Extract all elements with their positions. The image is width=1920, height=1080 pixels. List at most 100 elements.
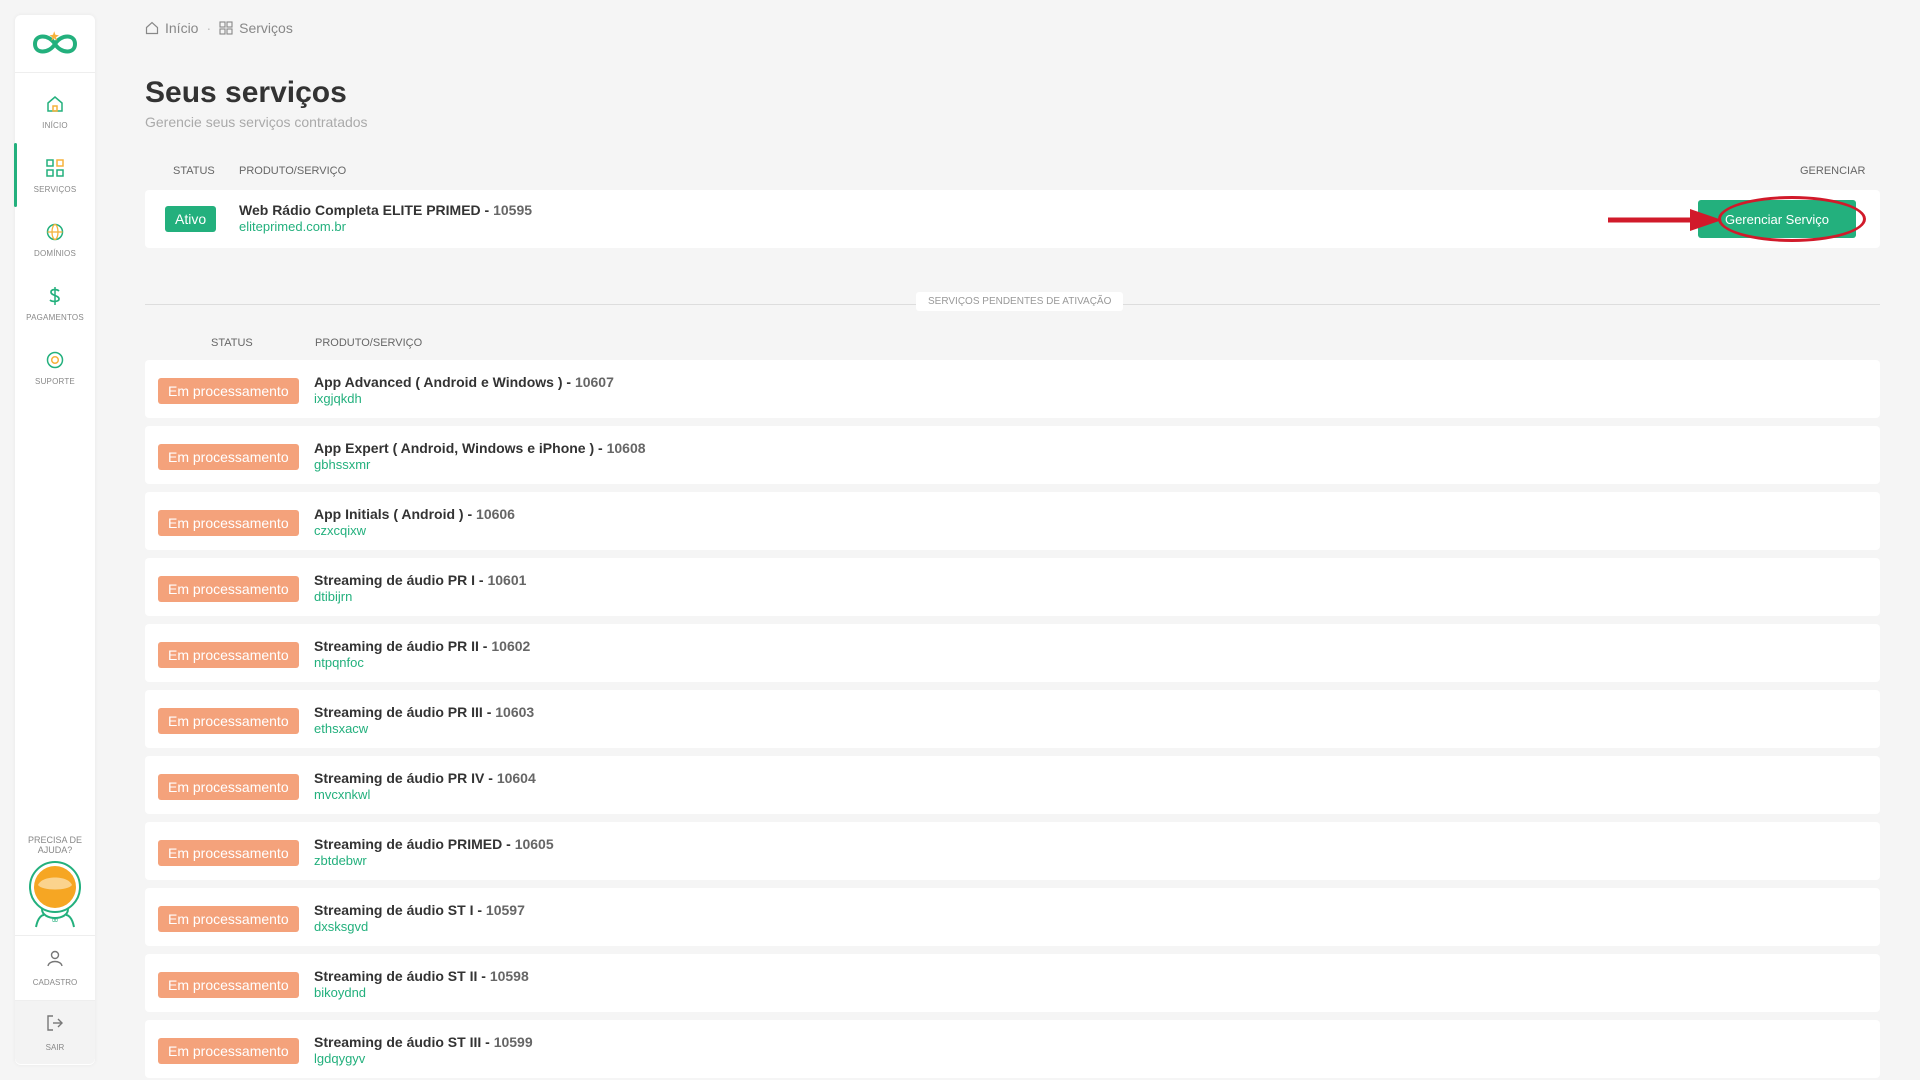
svg-text:∞: ∞ [51,916,59,926]
product-name: Streaming de áudio PR IV - 10604 [314,770,536,786]
status-badge: Em processamento [158,906,299,932]
product-code: 10597 [485,902,525,918]
annotation-ellipse [1718,196,1866,242]
status-badge: Em processamento [158,642,299,668]
sidebar-item-suporte[interactable]: SUPORTE [15,335,95,399]
product-title: Web Rádio Completa ELITE PRIMED [239,202,481,218]
product-title: Streaming de áudio PR II [314,638,479,654]
sidebar-item-inicio[interactable]: INÍCIO [15,79,95,143]
product-domain[interactable]: lgdqygyv [314,1051,365,1066]
sidebar-item-cadastro[interactable]: CADASTRO [15,935,95,999]
product-code: 10598 [489,968,529,984]
table-row: Em processamento Streaming de áudio ST I… [145,954,1880,1012]
logo[interactable] [15,15,95,73]
breadcrumb-current-label: Serviços [239,20,293,36]
breadcrumb-home-label: Início [165,20,199,36]
product-domain[interactable]: dxsksgvd [314,919,368,934]
table-row: Em processamento Streaming de áudio PR I… [145,690,1880,748]
product-domain[interactable]: czxcqixw [314,523,366,538]
infinity-logo-icon [32,30,78,53]
product-title: Streaming de áudio ST I [314,902,474,918]
sidebar-item-label: CADASTRO [32,977,78,987]
product-name: App Expert ( Android, Windows e iPhone )… [314,440,646,456]
product-name: Streaming de áudio PR III - 10603 [314,704,535,720]
table-row: Em processamento App Initials ( Android … [145,492,1880,550]
product-code: 10595 [493,202,533,218]
status-badge: Em processamento [158,378,299,404]
table-row: Em processamento Streaming de áudio ST I… [145,1020,1880,1078]
help-text: PRECISA DE AJUDA? [27,835,83,855]
globe-icon [44,221,66,243]
pending-section-label: SERVIÇOS PENDENTES DE ATIVAÇÃO [916,292,1124,311]
status-badge: Em processamento [158,774,299,800]
product-domain[interactable]: dtibijrn [314,589,352,604]
product-code: 10602 [491,638,531,654]
product-code: 10604 [496,770,536,786]
logout-icon [46,1014,64,1037]
product-title: App Initials ( Android ) [314,506,464,522]
status-badge: Ativo [165,206,217,232]
breadcrumb-home[interactable]: Início [145,20,198,36]
column-header-product: PRODUTO/SERVIÇO [239,165,347,177]
status-badge: Em processamento [158,576,299,602]
product-name: Streaming de áudio PRIMED - 10605 [314,836,554,852]
status-badge: Em processamento [158,1038,299,1064]
lifebuoy-icon [44,349,66,371]
home-icon [44,93,66,115]
table-row: Em processamento Streaming de áudio PR I… [145,624,1880,682]
product-domain[interactable]: bikoydnd [314,985,366,1000]
status-badge: Em processamento [158,510,299,536]
status-badge: Em processamento [158,972,299,998]
product-title: Streaming de áudio PR I [314,572,476,588]
breadcrumb: Início · Serviços [145,20,293,36]
table-row: Em processamento App Advanced ( Android … [145,360,1880,418]
grid-icon [219,21,233,35]
product-name: Web Rádio Completa ELITE PRIMED - 10595 [239,202,533,218]
column-header-status: STATUS [211,337,253,349]
table-row: Em processamento Streaming de áudio PR I… [145,558,1880,616]
sidebar-item-servicos[interactable]: SERVIÇOS [14,143,95,207]
product-title: Streaming de áudio ST II [314,968,478,984]
product-name: Streaming de áudio ST I - 10597 [314,902,525,918]
annotation-arrow-icon [1608,209,1722,231]
help-section[interactable]: PRECISA DE AJUDA? ∞ [15,835,95,934]
column-header-status: STATUS [173,165,215,177]
sidebar: INÍCIO SERVIÇOS DOMÍNIOS PAGAMENTOS SUPO… [14,15,95,1065]
product-title: App Advanced ( Android e Windows ) [314,374,563,390]
product-code: 10599 [493,1034,533,1050]
table-row: Em processamento App Expert ( Android, W… [145,426,1880,484]
dollar-icon [44,285,66,307]
sidebar-item-label: INÍCIO [42,120,68,130]
product-domain[interactable]: ethsxacw [314,721,368,736]
product-title: App Expert ( Android, Windows e iPhone ) [314,440,595,456]
sidebar-item-label: DOMÍNIOS [33,248,77,258]
user-icon [46,949,64,972]
product-domain[interactable]: ntpqnfoc [314,655,364,670]
product-code: 10605 [514,836,554,852]
sidebar-item-sair[interactable]: SAIR [15,1000,95,1064]
breadcrumb-current[interactable]: Serviços [219,20,293,36]
product-title: Streaming de áudio ST III [314,1034,482,1050]
product-name: App Initials ( Android ) - 10606 [314,506,515,522]
product-code: 10607 [574,374,614,390]
sidebar-item-pagamentos[interactable]: PAGAMENTOS [15,271,95,335]
sidebar-item-label: SERVIÇOS [33,184,77,194]
page-title: Seus serviços [145,76,347,109]
status-badge: Em processamento [158,840,299,866]
product-domain[interactable]: zbtdebwr [314,853,367,868]
table-row: Em processamento Streaming de áudio PR I… [145,756,1880,814]
sidebar-item-dominios[interactable]: DOMÍNIOS [15,207,95,271]
product-title: Streaming de áudio PR III [314,704,483,720]
grid-icon [44,157,66,179]
home-icon [145,21,159,35]
product-name: Streaming de áudio PR I - 10601 [314,572,527,588]
product-domain[interactable]: eliteprimed.com.br [239,219,346,234]
table-row: Em processamento Streaming de áudio PRIM… [145,822,1880,880]
product-code: 10608 [606,440,646,456]
product-code: 10606 [476,506,515,522]
product-domain[interactable]: gbhssxmr [314,457,370,472]
product-domain[interactable]: ixgjqkdh [314,391,362,406]
sidebar-item-label: PAGAMENTOS [26,312,84,322]
product-title: Streaming de áudio PRIMED [314,836,503,852]
product-domain[interactable]: mvcxnkwl [314,787,370,802]
